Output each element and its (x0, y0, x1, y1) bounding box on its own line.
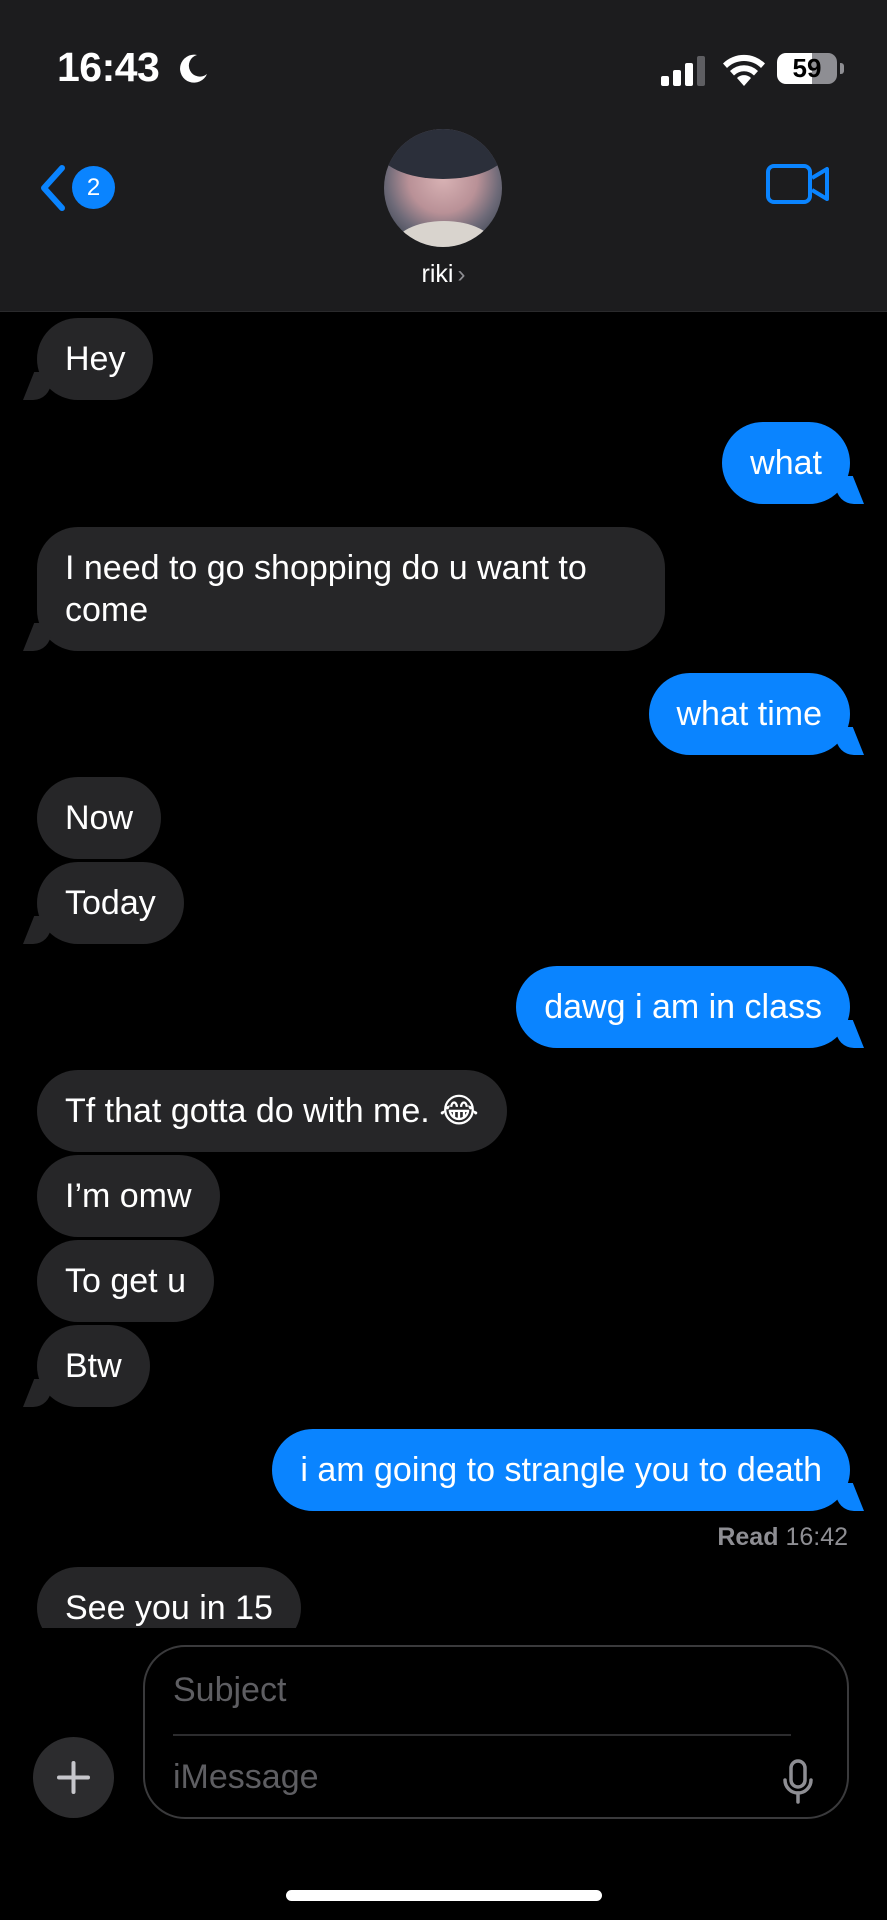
message-incoming[interactable]: Hey (37, 318, 154, 400)
message-incoming[interactable]: Today (37, 862, 184, 944)
message-incoming[interactable]: I need to go shopping do u want to come (37, 527, 665, 651)
message-incoming[interactable]: Tf that gotta do with me. 😂 (37, 1070, 507, 1152)
imessage-input[interactable] (145, 1736, 745, 1818)
moon-icon (180, 54, 207, 83)
message-outgoing[interactable]: i am going to strangle you to death (272, 1429, 850, 1511)
chevron-left-icon (41, 165, 65, 211)
message-incoming[interactable]: Now (37, 777, 162, 859)
message-composer (143, 1645, 849, 1819)
contact-name: riki (421, 260, 454, 288)
chevron-right-icon: › (457, 261, 466, 288)
read-time: 16:42 (785, 1523, 848, 1551)
home-indicator[interactable] (286, 1890, 602, 1901)
battery-percent: 59 (792, 53, 822, 83)
read-receipt: Read 16:42 (717, 1523, 848, 1552)
subject-input[interactable] (145, 1647, 847, 1733)
contact-name-button[interactable]: riki › (0, 260, 887, 289)
status-bar: 16:43 59 (0, 0, 887, 140)
microphone-icon[interactable] (781, 1759, 815, 1805)
message-outgoing[interactable]: what time (648, 673, 850, 755)
navigation-header: 16:43 59 2 riki › (0, 0, 887, 312)
apps-plus-button[interactable] (33, 1737, 114, 1818)
video-camera-icon[interactable] (765, 160, 831, 208)
plus-icon (57, 1761, 90, 1794)
message-incoming[interactable]: Btw (37, 1325, 150, 1407)
back-button[interactable]: 2 (36, 160, 126, 214)
message-incoming[interactable]: I’m omw (37, 1155, 220, 1237)
message-incoming[interactable]: To get u (37, 1240, 214, 1322)
message-outgoing[interactable]: what (722, 422, 850, 504)
read-label: Read (717, 1523, 779, 1551)
signal-icon (661, 56, 705, 86)
status-time: 16:43 (57, 44, 160, 90)
battery-icon: 59 (777, 53, 844, 84)
message-outgoing[interactable]: dawg i am in class (516, 966, 850, 1048)
avatar[interactable] (384, 129, 502, 247)
wifi-icon (723, 54, 765, 86)
unread-badge: 2 (72, 166, 115, 209)
